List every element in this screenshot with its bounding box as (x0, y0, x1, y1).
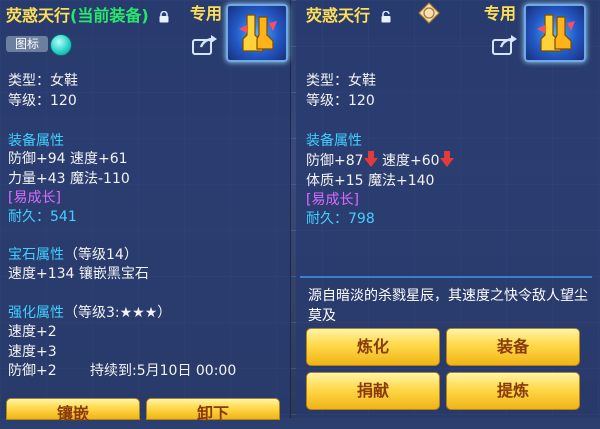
durability-label: 耐久： (8, 209, 50, 225)
compare-boots-item-icon[interactable] (524, 4, 586, 62)
enhance-level: （等级3:★★★） (64, 305, 172, 321)
decrease-arrow-icon (439, 151, 454, 167)
durability: 耐久：541 (8, 206, 77, 226)
equip-button[interactable]: 装备 (446, 328, 580, 366)
compare-equip-attr-header: 装备属性 (306, 133, 362, 149)
item-name: 荧惑天行 (6, 6, 71, 25)
compare-durability: 耐久：798 (306, 208, 375, 228)
lock-icon (158, 11, 170, 23)
enhance-line-2: 速度+3 (8, 344, 57, 360)
toggle-knob (50, 34, 72, 56)
compare-defense: 防御+87 (306, 153, 364, 169)
description-divider (300, 276, 592, 278)
icon-toggle-label: 图标 (6, 36, 48, 52)
equip-attr-header: 装备属性 (8, 133, 64, 149)
exclusive-label: 专用 (190, 4, 223, 23)
enhance-attr-header: 强化属性 (8, 305, 64, 321)
enhance-duration: 持续到:5月10日 00:00 (90, 363, 237, 379)
compare-speed: 速度+60 (382, 153, 440, 169)
item-description: 源自暗淡的杀戮星辰，其速度之快令敌人望尘莫及 (308, 288, 588, 324)
donate-button[interactable]: 捐献 (306, 372, 440, 410)
compare-share-icon[interactable] (492, 35, 518, 55)
compare-durability-value: 798 (348, 211, 375, 227)
enhance-attr-row: 强化属性（等级3:★★★） (8, 302, 171, 322)
compare-item-title: 荧惑天行 (306, 2, 392, 26)
extract-button[interactable]: 提炼 (446, 372, 580, 410)
decrease-arrow-icon (363, 151, 378, 167)
item-title: 荧惑天行(当前装备) (6, 2, 170, 26)
compare-item-type: 类型：女鞋 (306, 73, 376, 89)
attr-line-2: 力量+43 魔法-110 (8, 171, 130, 187)
inlay-button[interactable]: 镶嵌 (6, 398, 140, 423)
compare-growth-tag: [易成长] (306, 192, 359, 208)
item-type: 类型：女鞋 (8, 73, 78, 89)
appraise-badge-icon (418, 2, 440, 24)
attr-line-1: 防御+94 速度+61 (8, 151, 128, 167)
compare-attr-line-2: 体质+15 魔法+140 (306, 173, 435, 189)
gem-attr-header: 宝石属性 (8, 247, 64, 263)
compare-attr-line-1: 防御+87 速度+60 (306, 150, 454, 170)
durability-value: 541 (50, 209, 77, 225)
compare-exclusive-label: 专用 (484, 4, 517, 23)
share-icon[interactable] (192, 35, 218, 55)
unequip-button[interactable]: 卸下 (146, 398, 280, 423)
unlock-icon (380, 11, 392, 23)
compare-durability-label: 耐久： (306, 211, 348, 227)
gem-level: （等级14） (64, 247, 138, 263)
compare-item-name: 荧惑天行 (306, 6, 371, 25)
gem-attr-line: 速度+134 镶嵌黑宝石 (8, 266, 149, 282)
boots-item-icon[interactable] (226, 4, 288, 62)
enhance-line-1: 速度+2 (8, 324, 57, 340)
growth-tag: [易成长] (8, 190, 61, 206)
item-level: 等级：120 (8, 93, 77, 109)
current-equipment-tag: (当前装备) (70, 6, 149, 25)
enhance-line-3: 防御+2 (8, 363, 57, 379)
equipped-item-tooltip: 荧惑天行(当前装备) 专用 图标 类型：女鞋 等级：120 装备属性 防御+94… (0, 0, 291, 423)
gem-attr-row: 宝石属性（等级14） (8, 244, 138, 264)
compare-item-level: 等级：120 (306, 93, 375, 109)
refine-button[interactable]: 炼化 (306, 328, 440, 366)
icon-display-toggle[interactable]: 图标 (6, 34, 76, 56)
